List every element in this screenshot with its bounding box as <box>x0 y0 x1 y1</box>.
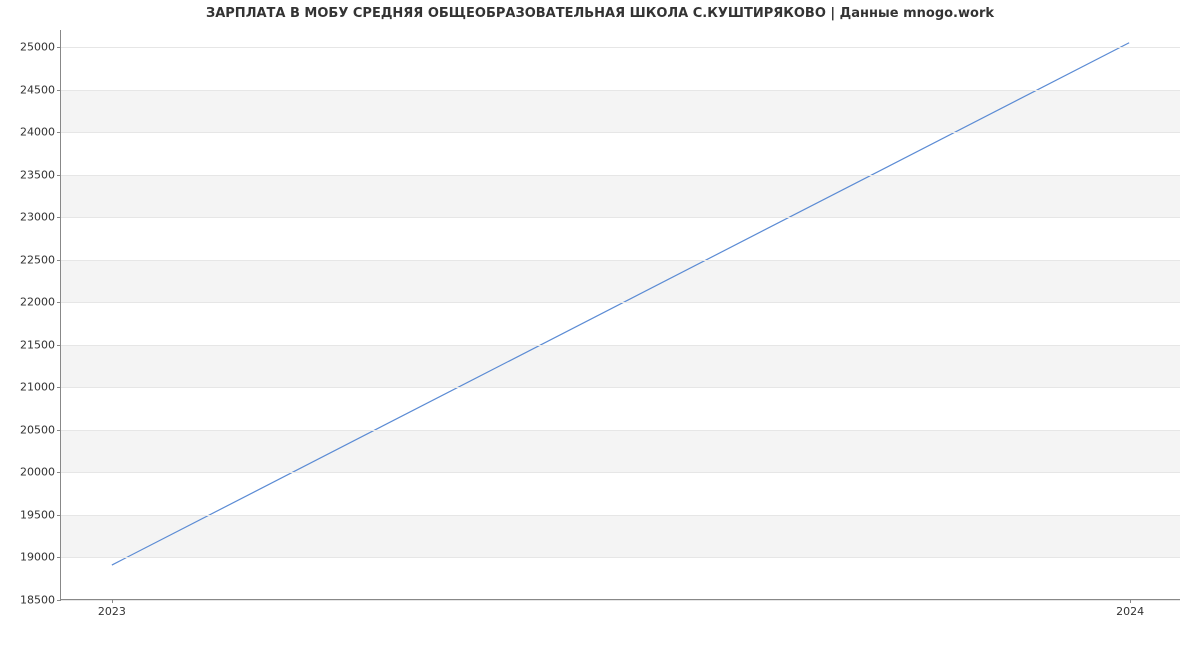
y-gridline <box>61 175 1180 176</box>
y-gridline <box>61 47 1180 48</box>
y-tick-mark <box>57 600 61 601</box>
x-tick-label: 2024 <box>1116 605 1144 618</box>
y-tick-mark <box>57 132 61 133</box>
y-gridline <box>61 345 1180 346</box>
series-line <box>112 43 1129 565</box>
y-tick-mark <box>57 387 61 388</box>
y-gridline <box>61 430 1180 431</box>
y-tick-label: 21500 <box>20 338 55 351</box>
y-gridline <box>61 217 1180 218</box>
y-gridline <box>61 472 1180 473</box>
y-tick-label: 19500 <box>20 508 55 521</box>
y-tick-mark <box>57 175 61 176</box>
y-tick-mark <box>57 472 61 473</box>
y-gridline <box>61 302 1180 303</box>
y-tick-label: 24500 <box>20 83 55 96</box>
y-tick-mark <box>57 217 61 218</box>
y-gridline <box>61 387 1180 388</box>
y-tick-label: 23000 <box>20 211 55 224</box>
y-tick-label: 18500 <box>20 594 55 607</box>
x-tick-mark <box>1130 599 1131 603</box>
y-tick-label: 21000 <box>20 381 55 394</box>
y-tick-mark <box>57 430 61 431</box>
x-tick-label: 2023 <box>98 605 126 618</box>
y-gridline <box>61 90 1180 91</box>
y-tick-label: 24000 <box>20 126 55 139</box>
y-tick-mark <box>57 260 61 261</box>
y-tick-mark <box>57 557 61 558</box>
chart-container: ЗАРПЛАТА В МОБУ СРЕДНЯЯ ОБЩЕОБРАЗОВАТЕЛЬ… <box>0 0 1200 650</box>
plot-area: 1850019000195002000020500210002150022000… <box>60 30 1180 600</box>
y-tick-mark <box>57 47 61 48</box>
line-layer <box>61 30 1180 599</box>
y-tick-mark <box>57 345 61 346</box>
y-gridline <box>61 515 1180 516</box>
y-gridline <box>61 557 1180 558</box>
chart-title: ЗАРПЛАТА В МОБУ СРЕДНЯЯ ОБЩЕОБРАЗОВАТЕЛЬ… <box>0 6 1200 21</box>
y-tick-label: 20500 <box>20 423 55 436</box>
y-tick-label: 22000 <box>20 296 55 309</box>
y-tick-label: 22500 <box>20 253 55 266</box>
y-gridline <box>61 132 1180 133</box>
x-tick-mark <box>112 599 113 603</box>
y-tick-label: 25000 <box>20 41 55 54</box>
y-tick-label: 19000 <box>20 551 55 564</box>
y-tick-label: 20000 <box>20 466 55 479</box>
y-tick-mark <box>57 302 61 303</box>
y-tick-label: 23500 <box>20 168 55 181</box>
y-tick-mark <box>57 90 61 91</box>
y-tick-mark <box>57 515 61 516</box>
y-gridline <box>61 600 1180 601</box>
y-gridline <box>61 260 1180 261</box>
